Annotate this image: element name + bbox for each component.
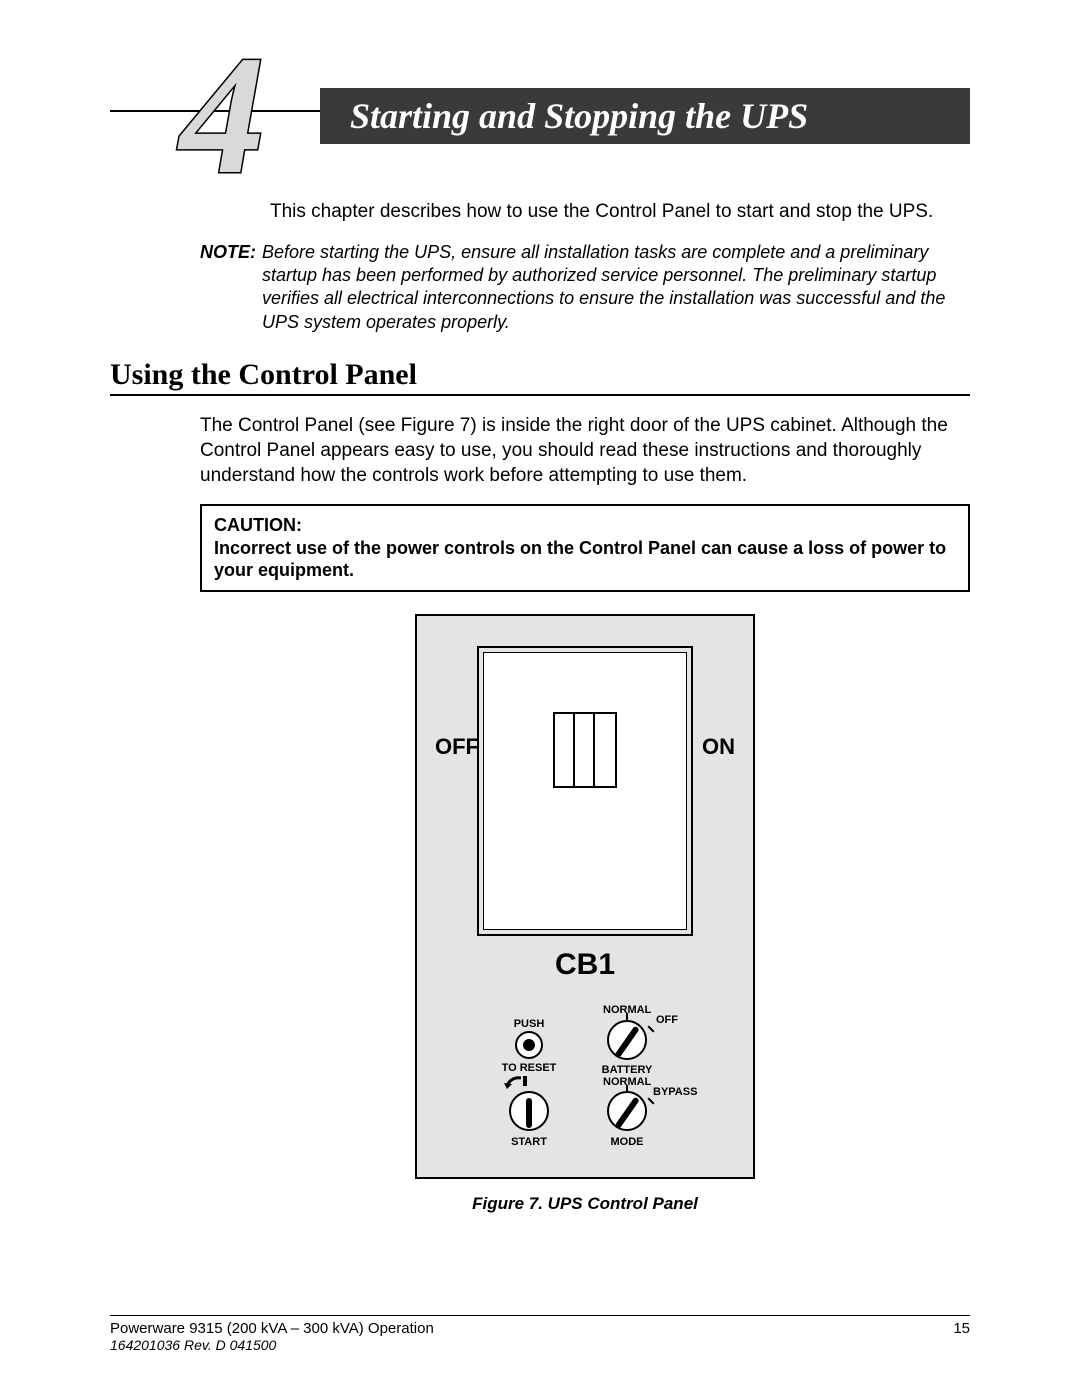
- chapter-title: Starting and Stopping the UPS: [320, 88, 970, 144]
- battery-off-label: OFF: [655, 1014, 679, 1026]
- caution-box: CAUTION: Incorrect use of the power cont…: [200, 504, 970, 592]
- note-text: Before starting the UPS, ensure all inst…: [262, 241, 970, 335]
- page: Starting and Stopping the UPS 4 This cha…: [0, 0, 1080, 1397]
- caution-text: Incorrect use of the power controls on t…: [214, 538, 946, 581]
- breaker-housing: [477, 646, 693, 936]
- note-block: NOTE: Before starting the UPS, ensure al…: [200, 241, 970, 335]
- footer-page-number: 15: [953, 1320, 970, 1337]
- section-heading: Using the Control Panel: [110, 358, 970, 392]
- chapter-number-glyph: 4: [177, 32, 265, 202]
- page-footer: Powerware 9315 (200 kVA – 300 kVA) Opera…: [110, 1315, 970, 1353]
- mode-knob[interactable]: [607, 1091, 647, 1131]
- breaker-on-label: ON: [702, 734, 735, 760]
- push-label: PUSH: [513, 1018, 545, 1030]
- figure-caption: Figure 7. UPS Control Panel: [200, 1194, 970, 1214]
- figure: OFF ON CB1 PUSH TO RESET START NORMAL OF…: [200, 614, 970, 1214]
- mode-label: MODE: [609, 1136, 645, 1148]
- note-label: NOTE:: [200, 241, 256, 335]
- section-body: The Control Panel (see Figure 7) is insi…: [200, 414, 970, 488]
- breaker-inner: [483, 652, 687, 930]
- start-label: START: [509, 1136, 549, 1148]
- breaker-id-label: CB1: [417, 948, 753, 982]
- chapter-header: Starting and Stopping the UPS 4: [110, 50, 970, 180]
- caution-label: CAUTION:: [214, 514, 956, 537]
- battery-label: BATTERY: [599, 1064, 655, 1076]
- control-panel: OFF ON CB1 PUSH TO RESET START NORMAL OF…: [415, 614, 755, 1179]
- intro-paragraph: This chapter describes how to use the Co…: [270, 200, 970, 225]
- footer-doc-title: Powerware 9315 (200 kVA – 300 kVA) Opera…: [110, 1320, 434, 1337]
- chapter-number: 4: [165, 32, 335, 202]
- footer-doc-id: 164201036 Rev. D 041500: [110, 1337, 970, 1353]
- section-rule: [110, 394, 970, 396]
- reset-button[interactable]: [515, 1031, 543, 1059]
- battery-off-tick: [647, 1025, 654, 1032]
- mode-bypass-tick: [647, 1097, 654, 1104]
- mode-bypass-label: BYPASS: [653, 1086, 697, 1098]
- to-reset-label: TO RESET: [499, 1062, 559, 1074]
- breaker-switch[interactable]: [553, 712, 617, 788]
- battery-knob[interactable]: [607, 1020, 647, 1060]
- start-switch[interactable]: [509, 1091, 549, 1131]
- breaker-off-label: OFF: [435, 734, 479, 760]
- footer-rule: [110, 1315, 970, 1316]
